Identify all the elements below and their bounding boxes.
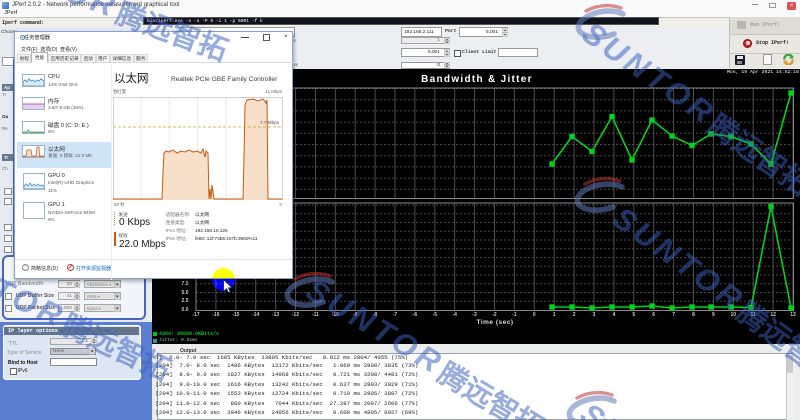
svg-text:0: 0 bbox=[280, 202, 283, 207]
svg-text:7.7 Mbps: 7.7 Mbps bbox=[260, 120, 280, 125]
svg-text:60 秒: 60 秒 bbox=[114, 201, 125, 208]
